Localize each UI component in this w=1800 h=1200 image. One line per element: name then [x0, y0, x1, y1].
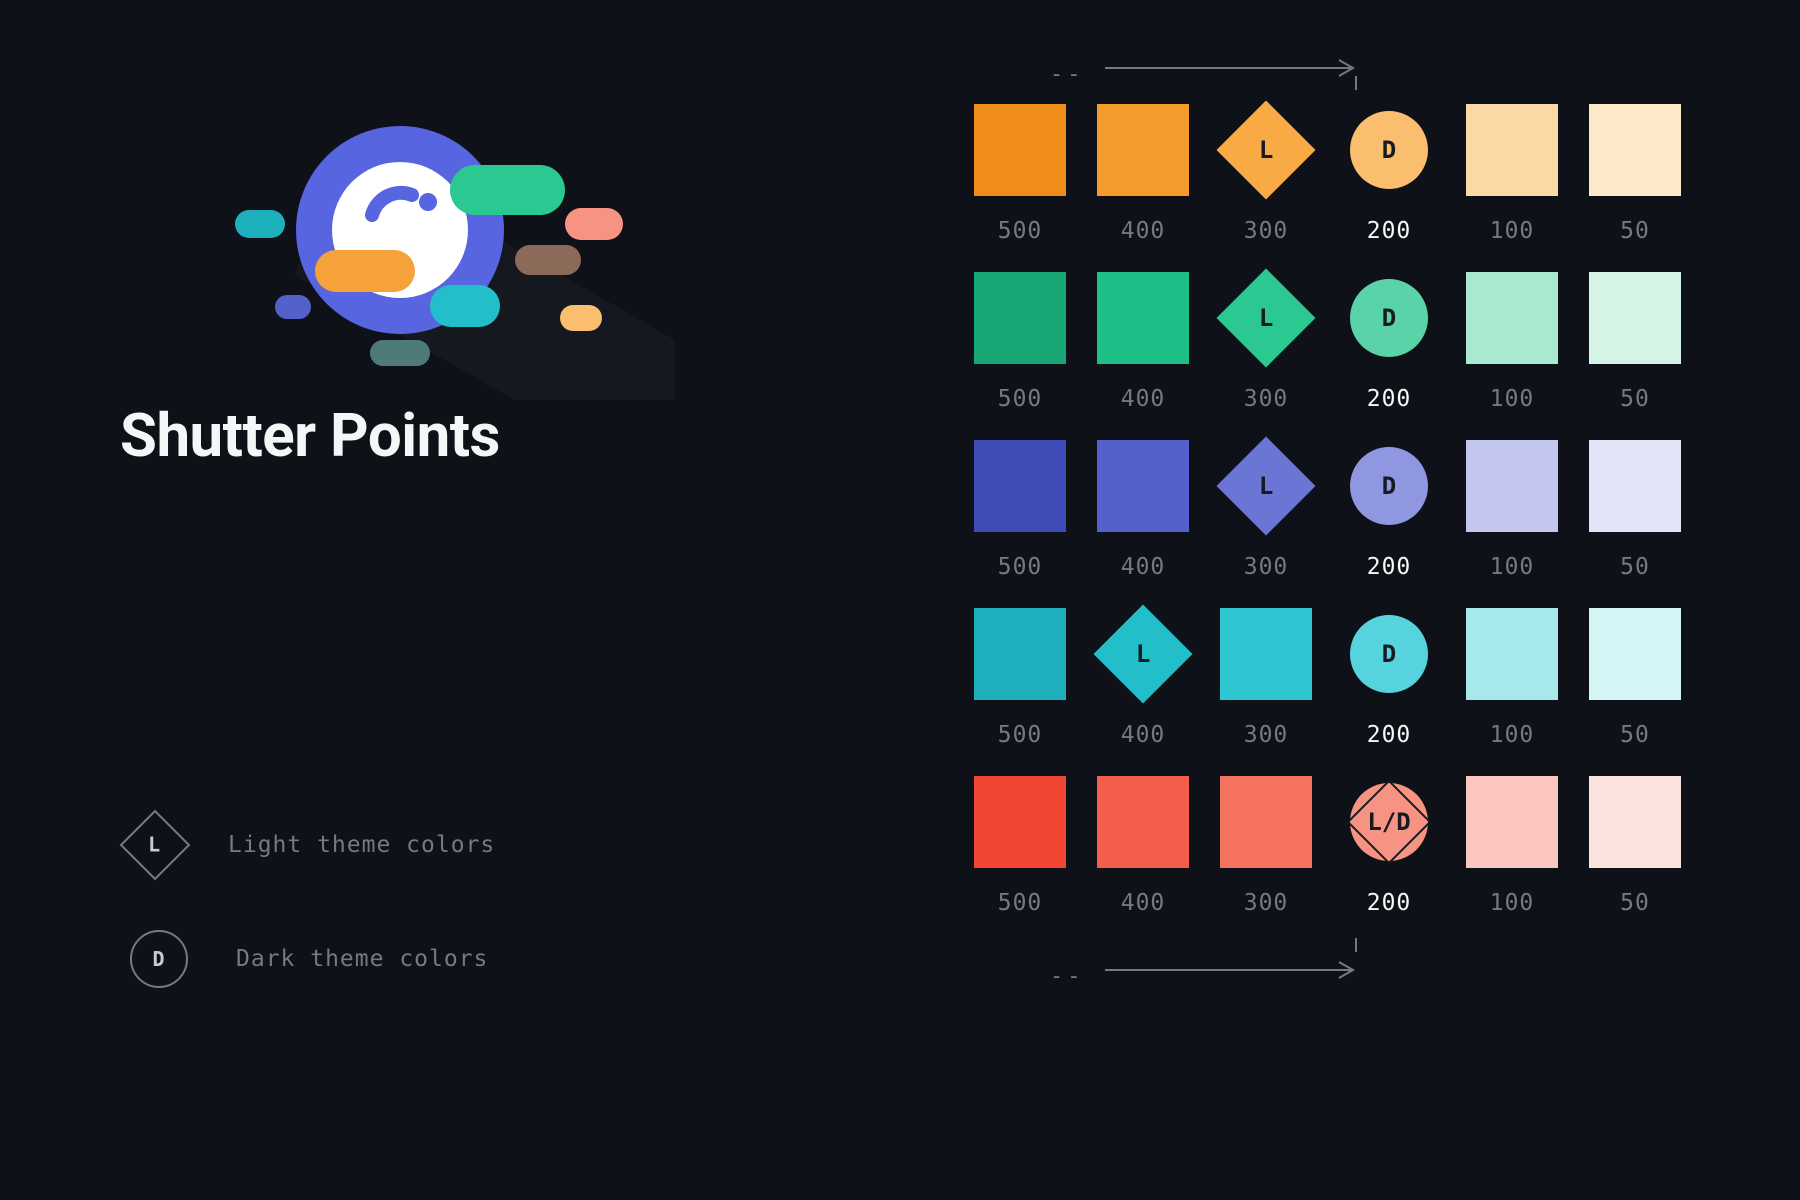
swatch-indigo-300: L: [1206, 440, 1326, 532]
swatch-green-50: [1575, 272, 1695, 364]
scale-label-200: 200: [1329, 554, 1449, 580]
direction-arrow-top: --: [960, 58, 1720, 98]
legend: L Light theme colors D Dark theme colors: [130, 820, 495, 1048]
swatch-cyan-200: D: [1329, 608, 1449, 700]
legend-light: L Light theme colors: [130, 820, 495, 870]
swatch-orange-400: [1083, 104, 1203, 196]
swatch-indigo-400: [1083, 440, 1203, 532]
logo-graphic: [120, 60, 620, 380]
swatch-green-500: [960, 272, 1080, 364]
scale-label-200: 200: [1329, 218, 1449, 244]
swatch-cyan-400: L: [1083, 608, 1203, 700]
scale-label-300: 300: [1206, 722, 1326, 748]
scale-label-200: 200: [1329, 722, 1449, 748]
swatch-indigo-50: [1575, 440, 1695, 532]
scale-label-300: 300: [1206, 386, 1326, 412]
scale-label-50: 50: [1575, 218, 1695, 244]
scale-label-50: 50: [1575, 722, 1695, 748]
scale-label-400: 400: [1083, 386, 1203, 412]
scale-label-100: 100: [1452, 890, 1572, 916]
scale-label-300: 300: [1206, 554, 1326, 580]
scale-indigo: LD 50040030020010050: [960, 440, 1720, 580]
swatch-green-300: L: [1206, 272, 1326, 364]
swatch-cyan-300: [1206, 608, 1326, 700]
swatch-orange-500: [960, 104, 1080, 196]
brand-panel: Shutter Points: [120, 60, 770, 471]
scale-label-100: 100: [1452, 218, 1572, 244]
scale-label-100: 100: [1452, 386, 1572, 412]
swatch-red-100: [1452, 776, 1572, 868]
swatch-cyan-50: [1575, 608, 1695, 700]
swatch-red-50: [1575, 776, 1695, 868]
circle-icon: D: [130, 930, 188, 988]
legend-dark: D Dark theme colors: [130, 930, 495, 988]
swatch-red-500: [960, 776, 1080, 868]
scale-label-500: 500: [960, 722, 1080, 748]
scale-label-100: 100: [1452, 554, 1572, 580]
swatch-orange-200: D: [1329, 104, 1449, 196]
scale-label-400: 400: [1083, 722, 1203, 748]
scale-label-500: 500: [960, 386, 1080, 412]
scale-label-200: 200: [1329, 890, 1449, 916]
scale-label-300: 300: [1206, 890, 1326, 916]
direction-arrow-bottom: --: [960, 944, 1720, 1004]
swatch-indigo-200: D: [1329, 440, 1449, 532]
swatch-cyan-500: [960, 608, 1080, 700]
scale-green: LD 50040030020010050: [960, 272, 1720, 412]
swatch-green-400: [1083, 272, 1203, 364]
scale-label-400: 400: [1083, 218, 1203, 244]
legend-dark-label: Dark theme colors: [236, 946, 488, 972]
scale-label-50: 50: [1575, 890, 1695, 916]
scale-label-300: 300: [1206, 218, 1326, 244]
scale-label-100: 100: [1452, 722, 1572, 748]
scale-label-500: 500: [960, 218, 1080, 244]
diamond-icon: L: [120, 810, 191, 881]
swatch-indigo-500: [960, 440, 1080, 532]
scales-panel: -- LD50040030020010050LD5004003002001005…: [960, 58, 1720, 1004]
scale-orange: LD 50040030020010050: [960, 104, 1720, 244]
swatch-red-300: [1206, 776, 1326, 868]
swatch-orange-50: [1575, 104, 1695, 196]
scale-label-200: 200: [1329, 386, 1449, 412]
swatch-red-400: [1083, 776, 1203, 868]
swatch-indigo-100: [1452, 440, 1572, 532]
scale-label-50: 50: [1575, 386, 1695, 412]
swatch-red-200: L/D: [1329, 776, 1449, 868]
scale-label-50: 50: [1575, 554, 1695, 580]
swatch-cyan-100: [1452, 608, 1572, 700]
swatch-green-200: D: [1329, 272, 1449, 364]
scale-cyan: L D 50040030020010050: [960, 608, 1720, 748]
brand-title: Shutter Points: [120, 400, 770, 471]
scale-red: L/D 50040030020010050: [960, 776, 1720, 916]
scale-label-500: 500: [960, 554, 1080, 580]
swatch-orange-300: L: [1206, 104, 1326, 196]
scale-label-500: 500: [960, 890, 1080, 916]
swatch-green-100: [1452, 272, 1572, 364]
scale-label-400: 400: [1083, 554, 1203, 580]
legend-light-label: Light theme colors: [228, 832, 495, 858]
swatch-orange-100: [1452, 104, 1572, 196]
scale-label-400: 400: [1083, 890, 1203, 916]
